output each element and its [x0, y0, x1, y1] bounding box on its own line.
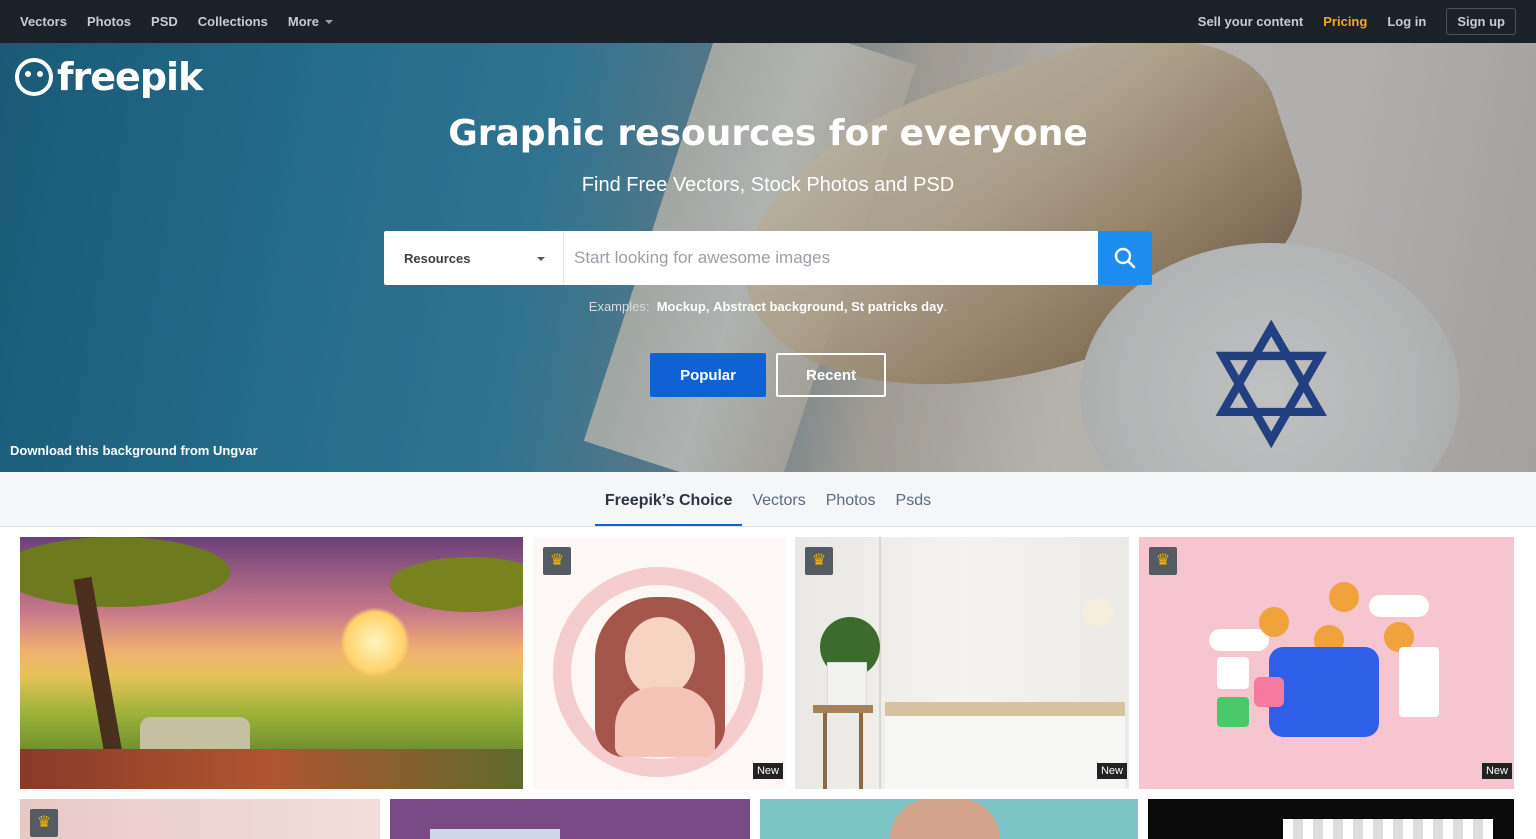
resource-card-crypto-wallet[interactable]: New [1139, 537, 1514, 789]
card-art-chart [1217, 657, 1249, 689]
resource-card-row2-4[interactable] [1148, 799, 1514, 839]
sell-content-link[interactable]: Sell your content [1198, 14, 1303, 29]
tab-photos[interactable]: Photos [816, 492, 886, 526]
nav-vectors-link[interactable]: Vectors [20, 14, 67, 29]
top-nav: Vectors Photos PSD Collections More Sell… [0, 0, 1536, 43]
chevron-down-icon [324, 20, 333, 24]
signup-button[interactable]: Sign up [1446, 8, 1516, 35]
popular-button[interactable]: Popular [650, 353, 766, 397]
premium-crown-icon [805, 547, 833, 575]
pricing-link[interactable]: Pricing [1323, 14, 1367, 29]
resource-card-interior[interactable]: New [795, 537, 1129, 789]
card-art-coin [1259, 607, 1289, 637]
card-art-tree [390, 557, 523, 612]
nav-more-dropdown[interactable]: More [288, 14, 333, 29]
tab-freepiks-choice[interactable]: Freepik’s Choice [594, 492, 743, 526]
examples-label: Examples: [588, 299, 650, 314]
freepik-logo-icon [15, 58, 53, 96]
card-art-wall [879, 537, 881, 789]
resource-card-row2-2[interactable] [390, 799, 750, 839]
search-examples: Examples: Mockup, Abstract background, S… [588, 299, 948, 314]
search-icon [1114, 247, 1136, 269]
card-art-lamp [1083, 597, 1113, 627]
search-button[interactable] [1098, 231, 1152, 285]
hero-buttons: Popular Recent [650, 353, 886, 397]
card-art-check [1217, 697, 1249, 727]
search-bar: Resources [384, 231, 1152, 285]
card-art-face [625, 617, 695, 697]
resource-type-select[interactable]: Resources [384, 231, 564, 285]
nav-collections-link[interactable]: Collections [198, 14, 268, 29]
hero-subtitle: Find Free Vectors, Stock Photos and PSD [581, 174, 955, 196]
hero-title: Graphic resources for everyone [448, 113, 1088, 154]
chevron-down-icon [537, 256, 545, 261]
card-art-wallet [1269, 647, 1379, 737]
card-art-tree [20, 537, 230, 607]
nav-left: Vectors Photos PSD Collections More [20, 14, 353, 29]
freepik-logo-text: freepik [57, 55, 203, 99]
card-art-document [1399, 647, 1439, 717]
example-link-mockup[interactable]: Mockup [657, 299, 706, 314]
hero-banner: ✡ freepik Graphic resources for everyone… [0, 43, 1536, 472]
new-badge: New [1096, 763, 1127, 779]
nav-psd-link[interactable]: PSD [151, 14, 178, 29]
resource-card-savanna[interactable] [20, 537, 523, 789]
background-credit-link[interactable]: Download this background from Ungvar [10, 443, 258, 458]
card-art-cloud [1209, 629, 1269, 651]
nav-right: Sell your content Pricing Log in Sign up [1178, 8, 1516, 35]
resource-card-mother-baby[interactable]: New [533, 537, 785, 789]
card-art-coin [1329, 582, 1359, 612]
content-tabs: Freepik’s Choice Vectors Photos Psds [0, 472, 1536, 527]
freepik-logo[interactable]: freepik [15, 55, 203, 99]
card-art-stool [813, 705, 873, 789]
card-art-cloud [1369, 595, 1429, 617]
example-link-abstract-background[interactable]: Abstract background [713, 299, 844, 314]
resource-type-value: Resources [404, 250, 471, 266]
search-input[interactable] [564, 231, 1098, 285]
premium-crown-icon [543, 547, 571, 575]
tab-vectors[interactable]: Vectors [742, 492, 815, 526]
card-art-pot [827, 662, 867, 707]
nav-photos-link[interactable]: Photos [87, 14, 131, 29]
nav-more-label: More [287, 14, 319, 29]
recent-button[interactable]: Recent [776, 353, 886, 397]
card-art-sun [340, 607, 410, 677]
new-badge: New [752, 763, 783, 779]
card-art-cabinet [885, 702, 1125, 789]
premium-crown-icon [30, 809, 58, 837]
card-art-body [615, 687, 715, 757]
card-art-lock [1254, 677, 1284, 707]
tab-psds[interactable]: Psds [886, 492, 942, 526]
resource-card-row2-3[interactable] [760, 799, 1138, 839]
premium-crown-icon [1149, 547, 1177, 575]
new-badge: New [1481, 763, 1512, 779]
login-link[interactable]: Log in [1387, 14, 1426, 29]
resource-card-row2-1[interactable] [20, 799, 380, 839]
card-art-ground [20, 749, 523, 789]
example-link-st-patricks-day[interactable]: St patricks day [851, 299, 944, 314]
